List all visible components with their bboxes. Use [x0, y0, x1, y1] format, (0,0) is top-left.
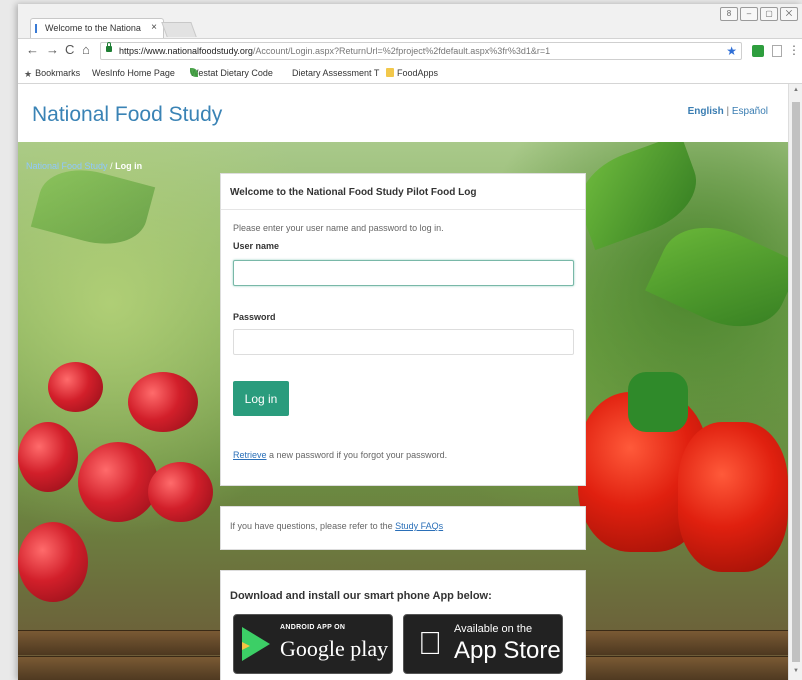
bookmarks-bar: ★ Bookmarks WesInfo Home Page Westat Diet…	[18, 63, 802, 157]
retrieve-password-text: Retrieve a new password if you forgot yo…	[233, 450, 448, 460]
forward-arrow-icon[interactable]: →	[46, 43, 59, 57]
retrieve-link[interactable]: Retrieve	[233, 450, 267, 460]
google-play-small-text: ANDROID APP ON	[280, 624, 346, 631]
breadcrumb: National Food Study / Log in	[26, 161, 142, 171]
page-scrollbar[interactable]: ▲ ▼	[788, 84, 802, 680]
breadcrumb-current: Log in	[115, 161, 143, 171]
app-store-small-text: Available on the	[454, 623, 533, 635]
window-controls: 8 – ▢ ⨉	[720, 7, 798, 21]
scrollbar-thumb[interactable]	[792, 102, 800, 662]
browser-window: Welcome to the Nationa × 8 – ▢ ⨉ ← → C ⌂…	[18, 4, 802, 680]
faq-text: If you have questions, please refer to t…	[230, 521, 396, 531]
faq-link[interactable]: Study FAQs	[395, 521, 443, 531]
bookmark-item-westat[interactable]: Westat Dietary Code	[190, 68, 273, 78]
radish-decoration	[18, 422, 78, 492]
google-play-icon	[242, 627, 270, 661]
leaf-decoration	[30, 158, 156, 256]
scroll-up-icon[interactable]: ▲	[793, 87, 799, 93]
url-text: https://www.nationalfoodstudy.org/Accoun…	[119, 46, 551, 56]
pepper-stem-decoration	[628, 372, 688, 432]
login-heading: Welcome to the National Food Study Pilot…	[221, 174, 585, 210]
hero-background: National Food Study / Log in Welcome to …	[18, 142, 788, 680]
pepper-decoration	[678, 422, 788, 572]
radish-decoration	[18, 522, 88, 602]
site-header: National Food Study English | Español	[18, 84, 788, 142]
extension-page-icon[interactable]	[772, 45, 782, 57]
login-card: Welcome to the National Food Study Pilot…	[220, 173, 586, 486]
close-window-button[interactable]: ⨉	[780, 7, 798, 21]
scroll-down-icon[interactable]: ▼	[793, 668, 799, 674]
bookmark-item-wesinfo[interactable]: WesInfo Home Page	[92, 68, 175, 157]
new-tab-button[interactable]	[161, 22, 197, 37]
app-download-card: Download and install our smart phone App…	[220, 570, 586, 680]
reload-icon[interactable]: C	[65, 43, 74, 57]
username-input[interactable]	[233, 260, 574, 286]
bookmark-item-bookmarks[interactable]: ★ Bookmarks	[24, 68, 80, 80]
radish-decoration	[148, 462, 213, 522]
tab-strip: Welcome to the Nationa × 8 – ▢ ⨉	[18, 4, 802, 38]
password-input[interactable]	[233, 329, 574, 355]
app-download-title: Download and install our smart phone App…	[230, 590, 492, 602]
favicon-icon	[35, 24, 43, 33]
apple-icon: 	[418, 625, 442, 662]
lang-english-link[interactable]: English	[688, 106, 724, 117]
login-button[interactable]: Log in	[233, 381, 289, 416]
password-label: Password	[233, 312, 276, 322]
leaf-decoration	[645, 208, 788, 346]
radish-decoration	[48, 362, 103, 412]
radish-decoration	[128, 372, 198, 432]
home-icon[interactable]: ⌂	[82, 43, 90, 57]
back-arrow-icon[interactable]: ←	[26, 43, 39, 57]
folder-icon	[386, 68, 394, 77]
bookmark-item-dietary[interactable]: Dietary Assessment T	[292, 68, 379, 157]
maximize-button[interactable]: ▢	[760, 7, 778, 21]
bookmark-item-foodapps[interactable]: FoodApps	[386, 68, 438, 78]
radish-decoration	[78, 442, 158, 522]
tab-title: Welcome to the Nationa	[45, 23, 141, 33]
minimize-button[interactable]: –	[740, 7, 758, 21]
lang-separator: |	[726, 106, 730, 117]
tab-close-icon[interactable]: ×	[151, 22, 157, 33]
web-page: National Food Study English | Español Na…	[18, 84, 802, 680]
extension-icon[interactable]	[752, 45, 764, 57]
app-store-big-text: App Store	[454, 637, 561, 664]
star-icon: ★	[24, 69, 33, 79]
bookmark-star-icon[interactable]: ★	[726, 44, 737, 58]
app-store-button[interactable]:  Available on the App Store	[403, 614, 563, 674]
address-bar[interactable]: https://www.nationalfoodstudy.org/Accoun…	[100, 42, 742, 60]
login-instructions: Please enter your user name and password…	[233, 223, 444, 233]
site-brand[interactable]: National Food Study	[32, 103, 222, 127]
username-label: User name	[233, 241, 280, 251]
faq-card: If you have questions, please refer to t…	[220, 506, 586, 550]
lock-icon	[106, 42, 112, 52]
google-play-button[interactable]: ANDROID APP ON Google play	[233, 614, 393, 674]
browser-tab[interactable]: Welcome to the Nationa ×	[30, 18, 164, 38]
google-play-big-text: Google play	[280, 636, 389, 661]
profile-button[interactable]: 8	[720, 7, 738, 21]
menu-kebab-icon[interactable]: ⋮	[788, 43, 800, 57]
lang-spanish-link[interactable]: Español	[732, 106, 768, 117]
language-switcher: English | Español	[688, 106, 768, 117]
breadcrumb-home-link[interactable]: National Food Study	[26, 161, 108, 171]
breadcrumb-separator: /	[107, 161, 116, 171]
browser-toolbar: ← → C ⌂ https://www.nationalfoodstudy.or…	[18, 38, 802, 63]
